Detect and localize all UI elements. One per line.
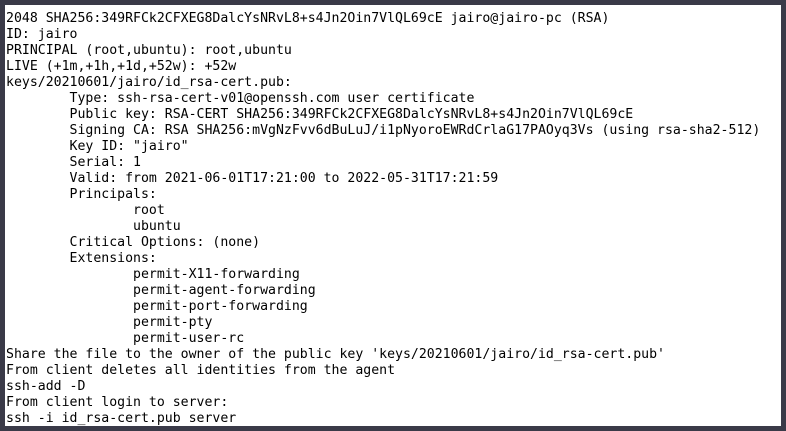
terminal-line: permit-user-rc: [6, 331, 245, 346]
terminal-line: Valid: from 2021-06-01T17:21:00 to 2022-…: [6, 171, 499, 186]
terminal-line: PRINCIPAL (root,ubuntu): root,ubuntu: [6, 43, 292, 58]
terminal-line: ssh-add -D: [6, 379, 86, 394]
terminal-line: permit-agent-forwarding: [6, 283, 316, 298]
terminal-line: From client login to server:: [6, 395, 229, 410]
terminal-line: Critical Options: (none): [6, 235, 261, 250]
terminal-line: Serial: 1: [6, 155, 141, 170]
terminal-line: Extensions:: [6, 251, 157, 266]
terminal-window[interactable]: 2048 SHA256:349RFCk2CFXEG8DalcYsNRvL8+s4…: [5, 5, 781, 426]
terminal-line: keys/20210601/jairo/id_rsa-cert.pub:: [6, 75, 292, 90]
terminal-line: permit-port-forwarding: [6, 299, 308, 314]
terminal-line: ubuntu: [6, 219, 181, 234]
terminal-line: From client deletes all identities from …: [6, 363, 396, 378]
terminal-line: LIVE (+1m,+1h,+1d,+52w): +52w: [6, 59, 237, 74]
terminal-line: permit-pty: [6, 315, 213, 330]
terminal-line: Signing CA: RSA SHA256:mVgNzFvv6dBuLuJ/i…: [6, 123, 761, 138]
terminal-line: Public key: RSA-CERT SHA256:349RFCk2CFXE…: [6, 107, 634, 122]
terminal-line: root: [6, 203, 165, 218]
terminal-line: permit-X11-forwarding: [6, 267, 300, 282]
terminal-line: ssh -i id_rsa-cert.pub server: [6, 411, 237, 426]
terminal-line: Share the file to the owner of the publi…: [6, 347, 665, 362]
terminal-line: Key ID: "jairo": [6, 139, 189, 154]
terminal-output: 2048 SHA256:349RFCk2CFXEG8DalcYsNRvL8+s4…: [6, 11, 760, 426]
terminal-line: Principals:: [6, 187, 157, 202]
terminal-line: Type: ssh-rsa-cert-v01@openssh.com user …: [6, 91, 475, 106]
terminal-line: ID: jairo: [6, 27, 78, 42]
terminal-line: 2048 SHA256:349RFCk2CFXEG8DalcYsNRvL8+s4…: [6, 11, 610, 26]
